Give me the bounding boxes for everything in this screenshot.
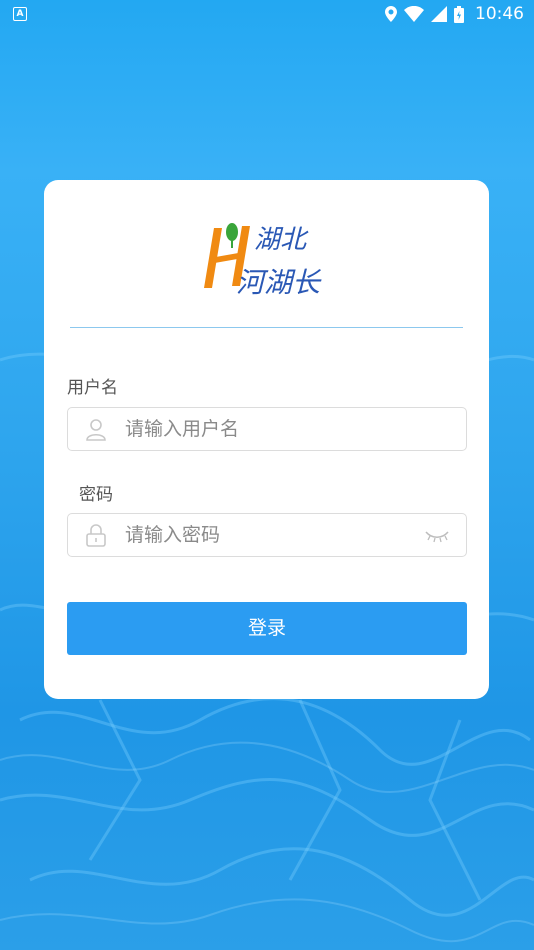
- hubei-river-chief-logo: 湖北 河湖长: [204, 223, 322, 299]
- battery-icon: [454, 5, 464, 23]
- status-icons: 10:46: [385, 4, 524, 24]
- location-icon: [385, 6, 397, 22]
- logo-divider: [70, 327, 463, 328]
- username-field[interactable]: 请输入用户名: [67, 407, 467, 451]
- svg-text:湖北: 湖北: [254, 225, 309, 255]
- status-bar: A 10:46: [0, 0, 534, 28]
- wifi-icon: [404, 6, 424, 22]
- signal-icon: [431, 6, 447, 22]
- lock-icon: [86, 524, 106, 547]
- password-label: 密码: [79, 485, 113, 505]
- svg-text:河湖长: 河湖长: [236, 266, 322, 299]
- user-icon: [86, 419, 106, 441]
- username-label: 用户名: [67, 378, 118, 398]
- notification-app-icon: A: [13, 7, 27, 21]
- eye-closed-icon[interactable]: [424, 526, 450, 544]
- password-placeholder: 请输入密码: [125, 524, 221, 546]
- clock: 10:46: [475, 4, 524, 24]
- login-button[interactable]: 登录: [67, 602, 467, 655]
- password-field[interactable]: 请输入密码: [67, 513, 467, 557]
- username-placeholder: 请输入用户名: [125, 418, 240, 440]
- login-card: 湖北 河湖长 用户名 请输入用户名 密码 请输入密码 登录: [44, 180, 489, 699]
